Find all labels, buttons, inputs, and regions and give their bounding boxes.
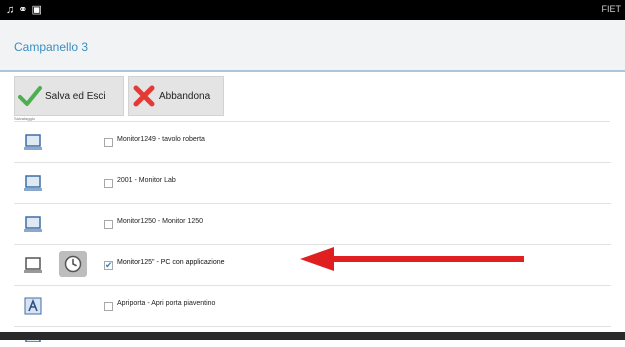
monitor-icon[interactable]	[24, 256, 42, 274]
cancel-x-icon	[129, 84, 159, 108]
bottom-bar	[0, 332, 625, 340]
sync-icon: ⚭	[18, 4, 28, 16]
list-item[interactable]: 2001 - Monitor Lab	[14, 163, 611, 204]
door-opener-icon[interactable]	[24, 297, 42, 315]
device-checkbox-checked[interactable]: ✔	[104, 261, 113, 270]
abandon-button[interactable]: Abbandona	[128, 76, 224, 116]
notification-icon: ♫	[6, 4, 15, 16]
list-item[interactable]: Monitor1250 - Monitor 1250	[14, 204, 611, 245]
device-label: Monitor1249 - tavolo roberta	[117, 136, 205, 143]
monitor-icon[interactable]	[24, 215, 42, 233]
device-label: Monitor1250 - Monitor 1250	[117, 218, 203, 225]
device-label: Apriporta - Apri porta piaventino	[117, 300, 216, 307]
clock-icon	[64, 255, 82, 273]
save-and-exit-button[interactable]: Salva ed Esci	[14, 76, 124, 116]
monitor-icon[interactable]	[24, 174, 42, 192]
monitor-icon[interactable]	[24, 133, 42, 151]
schedule-button[interactable]	[59, 251, 87, 277]
status-icons: ♫ ⚭ ▣	[6, 3, 42, 17]
list-item[interactable]: Apriporta - Apri porta piaventino	[14, 286, 611, 327]
device-label: 2001 - Monitor Lab	[117, 177, 176, 184]
device-label: Monitor125" - PC con applicazione	[117, 259, 225, 266]
abandon-button-label: Abbandona	[159, 90, 211, 102]
list-item[interactable]: Monitor1249 - tavolo roberta	[14, 122, 611, 163]
status-bar: ♫ ⚭ ▣ FIET	[0, 0, 625, 20]
device-checkbox[interactable]	[104, 220, 113, 229]
toolbar: Salva ed Esci Abbandona	[0, 72, 625, 118]
save-button-label: Salva ed Esci	[45, 90, 106, 102]
device-list: Monitor1249 - tavolo roberta 2001 - Moni…	[0, 122, 625, 343]
storage-icon: ▣	[31, 4, 42, 16]
device-checkbox[interactable]	[104, 179, 113, 188]
title-bar: Campanello 3	[0, 20, 625, 72]
red-arrow-annotation	[300, 247, 524, 271]
page-title: Campanello 3	[14, 40, 89, 54]
checkmark-icon	[15, 85, 45, 107]
status-right-text: FIET	[601, 4, 622, 14]
device-checkbox[interactable]	[104, 302, 113, 311]
device-checkbox[interactable]	[104, 138, 113, 147]
